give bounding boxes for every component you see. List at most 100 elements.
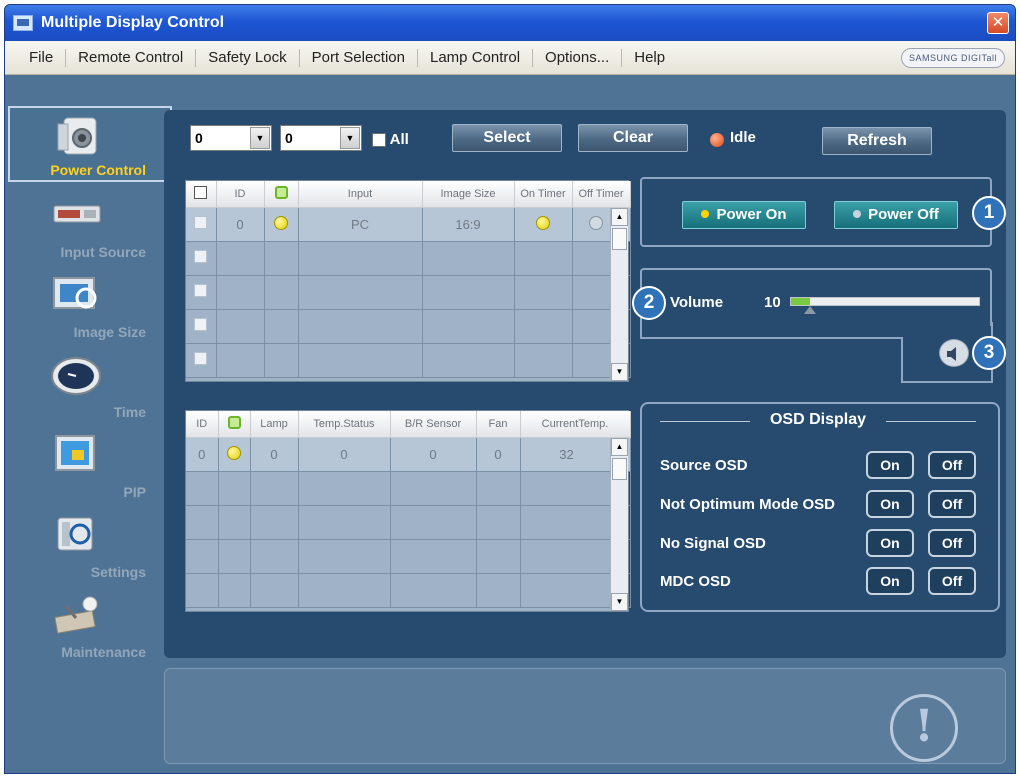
table-row[interactable] xyxy=(186,471,631,506)
not-optimum-osd-off-button[interactable]: Off xyxy=(928,490,976,518)
header-image-size[interactable]: Image Size xyxy=(422,181,515,208)
table-row[interactable] xyxy=(186,539,631,574)
nav-power-control[interactable]: Power Control xyxy=(8,106,172,182)
nav-input-source[interactable]: Input Source xyxy=(8,186,172,262)
header-select-all[interactable] xyxy=(186,181,217,208)
all-checkbox-box[interactable] xyxy=(372,133,386,148)
menu-port-selection[interactable]: Port Selection xyxy=(300,48,418,67)
nav-time[interactable]: Time xyxy=(8,346,172,422)
nav-image-size[interactable]: Image Size xyxy=(8,266,172,342)
header-on-timer[interactable]: On Timer xyxy=(514,181,573,208)
checked-box-icon[interactable] xyxy=(194,185,208,199)
chevron-down-icon[interactable]: ▼ xyxy=(250,127,270,149)
source-osd-on-button[interactable]: On xyxy=(866,451,914,479)
scroll-thumb[interactable] xyxy=(612,228,627,250)
pip-icon xyxy=(55,435,95,471)
scroll-down-icon[interactable]: ▼ xyxy=(611,363,628,381)
header-status[interactable] xyxy=(218,411,251,438)
nav-settings[interactable]: Settings xyxy=(8,506,172,582)
cell-temp-status xyxy=(298,573,391,608)
table-row[interactable] xyxy=(186,343,631,378)
menu-file[interactable]: File xyxy=(5,48,67,67)
off-timer-icon xyxy=(588,215,603,230)
chevron-down-icon[interactable]: ▼ xyxy=(340,127,360,149)
no-signal-osd-off-button[interactable]: Off xyxy=(928,529,976,557)
scroll-down-icon[interactable]: ▼ xyxy=(611,593,628,611)
top-grid-scrollbar[interactable]: ▲ ▼ xyxy=(610,208,628,381)
nav-label: Power Control xyxy=(50,162,146,178)
mdc-osd-off-button[interactable]: Off xyxy=(928,567,976,595)
scroll-up-icon[interactable]: ▲ xyxy=(611,208,628,226)
nav-label: Maintenance xyxy=(61,644,146,660)
refresh-button[interactable]: Refresh xyxy=(822,127,932,155)
volume-slider[interactable] xyxy=(790,297,980,314)
row-checkbox[interactable] xyxy=(194,352,208,365)
header-off-timer[interactable]: Off Timer xyxy=(572,181,631,208)
nav-maintenance[interactable]: Maintenance xyxy=(8,586,172,662)
row-checkbox[interactable] xyxy=(194,284,208,297)
header-id[interactable]: ID xyxy=(216,181,265,208)
scroll-up-icon[interactable]: ▲ xyxy=(611,438,628,456)
mute-button[interactable] xyxy=(939,339,969,367)
status-table: ID Lamp Temp.Status B/R Sensor Fan Curre… xyxy=(186,411,631,608)
menu-help[interactable]: Help xyxy=(622,49,677,67)
header-temp-status[interactable]: Temp.Status xyxy=(298,411,391,438)
start-id-value: 0 xyxy=(195,130,203,146)
row-checkbox[interactable] xyxy=(194,250,208,263)
callout-badge-3: 3 xyxy=(972,336,1006,370)
table-row[interactable] xyxy=(186,573,631,608)
header-br-sensor[interactable]: B/R Sensor xyxy=(390,411,477,438)
settings-icon xyxy=(57,517,93,551)
start-id-select[interactable]: 0 ▼ xyxy=(190,125,272,151)
cell-br-sensor xyxy=(390,573,477,608)
clear-button[interactable]: Clear xyxy=(578,124,688,152)
header-id[interactable]: ID xyxy=(186,411,219,438)
nav-label: Settings xyxy=(90,564,146,580)
header-status[interactable] xyxy=(264,181,299,208)
power-off-button[interactable]: Power Off xyxy=(834,201,958,229)
source-osd-off-button[interactable]: Off xyxy=(928,451,976,479)
table-row[interactable] xyxy=(186,275,631,310)
header-fan[interactable]: Fan xyxy=(476,411,521,438)
cell-fan: 0 xyxy=(476,437,521,472)
cell-input: PC xyxy=(298,207,423,242)
table-row[interactable] xyxy=(186,309,631,344)
table-row[interactable] xyxy=(186,241,631,276)
menu-options[interactable]: Options... xyxy=(533,48,623,67)
scroll-thumb[interactable] xyxy=(612,458,627,480)
table-row[interactable]: 0 0 0 0 0 32 xyxy=(186,437,631,472)
select-button[interactable]: Select xyxy=(452,124,562,152)
menu-remote-control[interactable]: Remote Control xyxy=(66,48,197,67)
menu-lamp-control[interactable]: Lamp Control xyxy=(418,48,534,67)
not-optimum-osd-on-button[interactable]: On xyxy=(866,490,914,518)
cell-fan xyxy=(476,573,521,608)
menu-bar: File Remote Control Safety Lock Port Sel… xyxy=(5,41,1015,75)
osd-row-source: Source OSD On Off xyxy=(660,451,980,481)
no-signal-osd-on-button[interactable]: On xyxy=(866,529,914,557)
bottom-grid-scrollbar[interactable]: ▲ ▼ xyxy=(610,438,628,611)
cell-input xyxy=(298,343,423,378)
table-row[interactable]: 0 PC 16:9 xyxy=(186,207,631,242)
end-id-select[interactable]: 0 ▼ xyxy=(280,125,362,151)
menu-safety-lock[interactable]: Safety Lock xyxy=(196,48,300,67)
close-button[interactable]: ✕ xyxy=(987,12,1009,34)
mdc-osd-on-button[interactable]: On xyxy=(866,567,914,595)
volume-slider-thumb[interactable] xyxy=(803,306,816,314)
cell-image-size xyxy=(422,343,515,378)
row-checkbox[interactable] xyxy=(194,318,208,331)
header-current-temp[interactable]: CurrentTemp. xyxy=(520,411,631,438)
cell-id xyxy=(216,241,265,276)
header-lamp[interactable]: Lamp xyxy=(250,411,299,438)
maintenance-icon xyxy=(54,596,98,634)
cell-fan xyxy=(476,505,521,540)
header-input[interactable]: Input xyxy=(298,181,423,208)
cell-temp-status: 0 xyxy=(298,437,391,472)
status-list-grid: ID Lamp Temp.Status B/R Sensor Fan Curre… xyxy=(185,410,631,612)
all-checkbox[interactable]: All xyxy=(372,131,409,148)
nav-pip[interactable]: PIP xyxy=(8,426,172,502)
power-on-button[interactable]: Power On xyxy=(682,201,806,229)
cell-input xyxy=(298,241,423,276)
row-checkbox[interactable] xyxy=(194,216,208,229)
osd-row-not-optimum: Not Optimum Mode OSD On Off xyxy=(660,490,980,520)
table-row[interactable] xyxy=(186,505,631,540)
